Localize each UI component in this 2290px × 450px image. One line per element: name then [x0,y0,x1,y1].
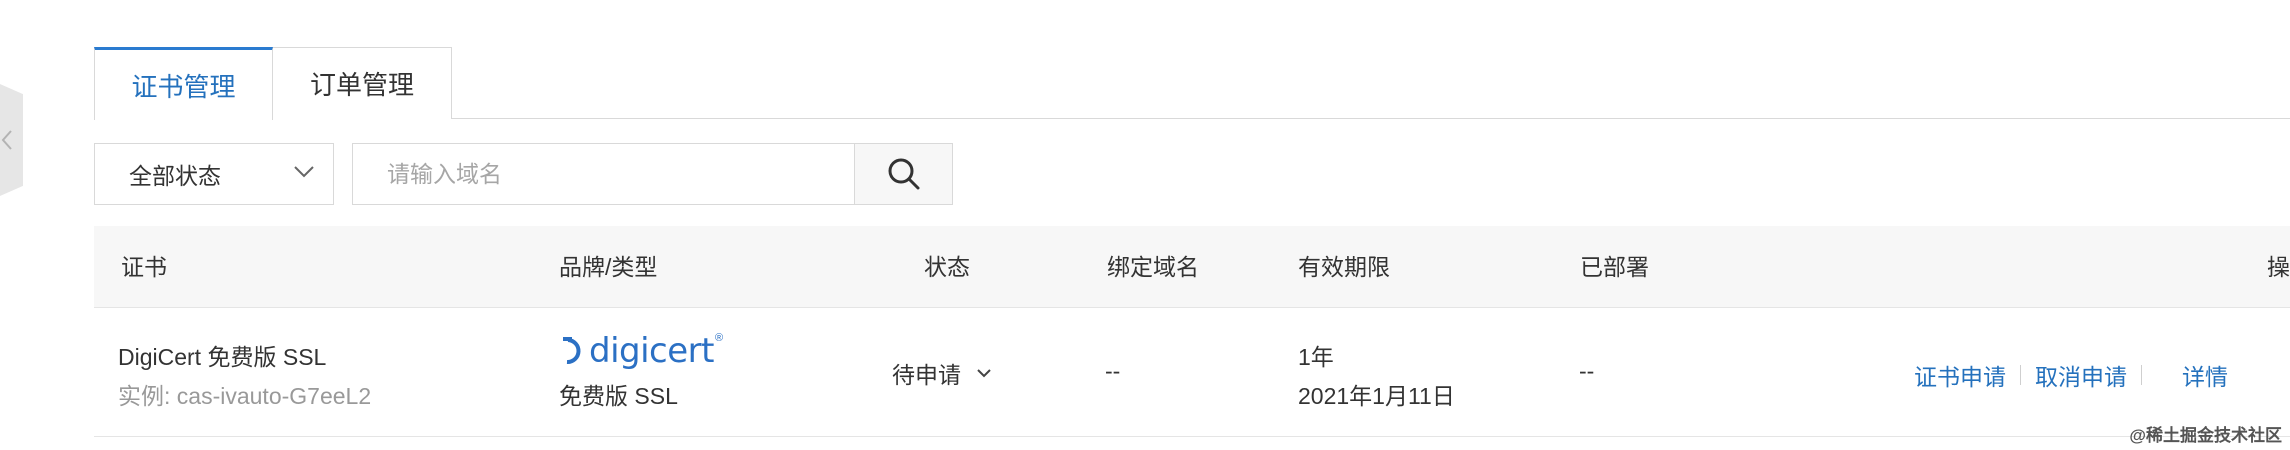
brand-type: 免费版 SSL [559,383,678,409]
table-row: DigiCert 免费版 SSL 实例: cas-ivauto-G7eeL2 d… [94,308,2290,437]
status-value: 待申请 [892,362,961,388]
column-header-bound-domain: 绑定域名 [1107,254,1199,280]
bound-domain: -- [1105,358,1121,384]
tab-bar: 证书管理 订单管理 [94,47,2290,120]
brand-logo-text: digicert [589,331,714,371]
certificate-name: DigiCert 免费版 SSL [118,344,327,370]
apply-certificate-link[interactable]: 证书申请 [1914,358,2006,392]
digicert-mark-icon [563,337,581,364]
action-divider [2141,365,2142,385]
search-button[interactable] [854,143,953,205]
column-header-status: 状态 [924,254,970,280]
column-header-validity: 有效期限 [1298,254,1390,280]
cancel-application-link[interactable]: 取消申请 [2035,358,2127,392]
status-dropdown[interactable]: 待申请 [892,356,993,390]
chevron-down-icon [977,369,991,378]
validity-date: 2021年1月11日 [1298,383,1455,409]
certificate-instance-id: 实例: cas-ivauto-G7eeL2 [118,383,372,409]
deployed-value: -- [1579,358,1595,384]
details-link[interactable]: 详情 [2182,358,2228,392]
column-header-certificate: 证书 [121,254,167,280]
table-header: 证书 品牌/类型 状态 绑定域名 有效期限 已部署 操 [94,226,2290,308]
tab-certificate-management[interactable]: 证书管理 [94,47,273,120]
action-divider [2020,365,2021,385]
chevron-down-icon [294,166,314,178]
tab-order-management[interactable]: 订单管理 [272,47,452,119]
status-filter-value: 全部状态 [129,163,221,189]
validity-period: 1年 [1298,344,1334,370]
brand-logo-mark: ® [714,332,724,344]
sidebar-collapse-handle[interactable] [0,84,23,196]
column-header-actions: 操 [2267,254,2290,280]
row-actions: 证书申请 取消申请 详情 [1914,358,2228,392]
column-header-deployed: 已部署 [1580,254,1649,280]
chevron-left-icon [1,130,12,150]
digicert-logo: digicert ® [559,330,724,372]
status-filter-select[interactable]: 全部状态 [94,143,334,205]
tab-label: 订单管理 [309,70,414,100]
watermark: @稀土掘金技术社区 [2129,426,2282,445]
search-icon [888,158,919,190]
domain-search-input[interactable] [352,143,855,205]
tab-label: 证书管理 [131,71,236,102]
column-header-brand-type: 品牌/类型 [559,254,658,280]
